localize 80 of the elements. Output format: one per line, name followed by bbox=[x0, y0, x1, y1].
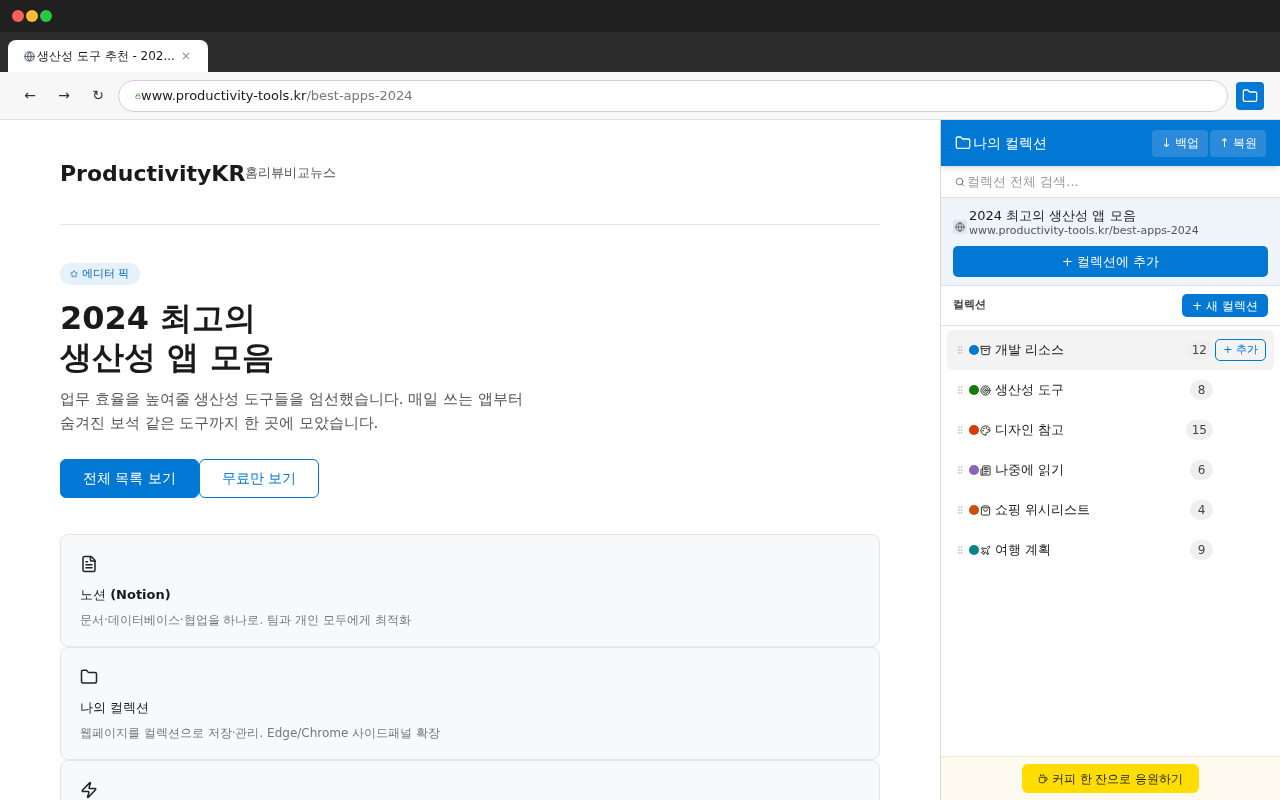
add-button[interactable]: + 추가 bbox=[1215, 339, 1266, 361]
item-count: 9 bbox=[1190, 540, 1213, 560]
current-page-title: 2024 최고의 생산성 앱 모음 bbox=[969, 208, 1137, 224]
card-description: 웹페이지를 컬렉션으로 저장·관리. Edge/Chrome 사이드패널 확장 bbox=[80, 724, 441, 742]
search-icon bbox=[955, 176, 965, 187]
free-only-button[interactable]: 무료만 보기 bbox=[198, 459, 320, 498]
tab-close-button[interactable]: × bbox=[180, 47, 191, 65]
card-description: 문서·데이터베이스·협업을 하나로. 팀과 개인 모두에게 최적화 bbox=[80, 611, 412, 629]
section-label: 컬렉션 bbox=[953, 297, 986, 314]
backup-button[interactable]: ↓ 백업 bbox=[1152, 129, 1209, 157]
current-page-url: www.productivity-tools.kr/best-apps-2024 bbox=[969, 224, 1199, 238]
coffee-icon bbox=[1037, 773, 1048, 784]
maximize-window-icon[interactable] bbox=[40, 10, 52, 22]
item-count: 12 bbox=[1185, 340, 1213, 360]
minimize-window-icon[interactable] bbox=[26, 10, 38, 22]
nav-link[interactable]: 리뷰 bbox=[258, 163, 285, 183]
tool-card[interactable]: 나의 컬렉션 웹페이지를 컬렉션으로 저장·관리. Edge/Chrome 사이드패널 확장 bbox=[60, 647, 880, 760]
folder-icon bbox=[80, 668, 98, 686]
intro-paragraph: 업무 효율을 높여줄 생산성 도구들을 엄선했습니다. 매일 쓰는 앱부터 숨겨진 보석 같은 도구까지 한 곳에 모았습니다. bbox=[60, 389, 524, 434]
item-count: 8 bbox=[1190, 380, 1213, 400]
target-icon bbox=[980, 384, 991, 396]
drag-handle-icon[interactable] bbox=[955, 425, 965, 435]
collection-item[interactable]: 여행 계획 9 bbox=[947, 530, 1274, 570]
collection-item[interactable]: 나중에 읽기 6 bbox=[947, 450, 1274, 490]
drag-handle-icon[interactable] bbox=[955, 345, 965, 355]
view-all-button[interactable]: 전체 목록 보기 bbox=[60, 459, 199, 498]
forward-button[interactable]: → bbox=[50, 85, 78, 106]
collection-name: 디자인 참고 bbox=[995, 421, 1066, 440]
star-icon bbox=[70, 270, 78, 278]
document-icon bbox=[80, 555, 98, 573]
card-title: 노션 (Notion) bbox=[80, 586, 172, 604]
folder-icon bbox=[1242, 87, 1258, 104]
drag-handle-icon[interactable] bbox=[955, 545, 965, 555]
collection-name: 나중에 읽기 bbox=[995, 461, 1066, 480]
collection-item[interactable]: 생산성 도구 8 bbox=[947, 370, 1274, 410]
address-bar[interactable]: www.productivity-tools.kr/best-apps-2024 bbox=[118, 79, 1228, 112]
shopping-bag-icon bbox=[980, 504, 991, 516]
collection-item[interactable]: 쇼핑 위시리스트 4 bbox=[947, 490, 1274, 530]
collection-item[interactable]: 디자인 참고 15 bbox=[947, 410, 1274, 450]
collection-name: 여행 계획 bbox=[995, 541, 1053, 560]
close-window-icon[interactable] bbox=[12, 10, 24, 22]
tool-card[interactable]: 노션 (Notion) 문서·데이터베이스·협업을 하나로. 팀과 개인 모두에게 최적화 bbox=[60, 534, 880, 647]
archive-icon bbox=[980, 344, 991, 356]
reload-button[interactable]: ↻ bbox=[84, 85, 112, 106]
nav-link[interactable]: 홈 bbox=[245, 163, 259, 183]
extension-button[interactable] bbox=[1236, 81, 1264, 110]
item-count: 4 bbox=[1190, 500, 1213, 520]
collection-name: 생산성 도구 bbox=[995, 381, 1066, 400]
plane-icon bbox=[980, 544, 991, 556]
site-logo[interactable]: ProductivityKR bbox=[60, 156, 246, 190]
nav-link[interactable]: 비교 bbox=[284, 163, 311, 183]
support-button[interactable]: 커피 한 잔으로 응원하기 bbox=[1021, 764, 1200, 793]
item-count: 15 bbox=[1185, 420, 1213, 440]
folder-icon bbox=[955, 135, 971, 151]
search-field[interactable]: 컬렉션 전체 검색... bbox=[967, 171, 1266, 192]
collection-name: 쇼핑 위시리스트 bbox=[995, 501, 1092, 520]
tab-title: 생산성 도구 추천 - 202... bbox=[37, 48, 175, 65]
newspaper-icon bbox=[980, 464, 991, 476]
restore-button[interactable]: ↑ 복원 bbox=[1210, 129, 1266, 157]
editor-pick-badge: 에디터 픽 bbox=[60, 263, 140, 285]
browser-tab[interactable]: 생산성 도구 추천 - 202... × bbox=[8, 40, 208, 72]
lock-icon bbox=[135, 92, 141, 99]
add-to-collection-button[interactable]: + 컬렉션에 추가 bbox=[953, 246, 1268, 277]
url-text: www.productivity-tools.kr/best-apps-2024 bbox=[141, 86, 413, 105]
new-collection-button[interactable]: + 새 컬렉션 bbox=[1182, 294, 1268, 317]
drag-handle-icon[interactable] bbox=[955, 385, 965, 395]
card-title: 나의 컬렉션 bbox=[80, 699, 151, 717]
nav-link[interactable]: 뉴스 bbox=[310, 163, 337, 183]
collection-name: 개발 리소스 bbox=[995, 341, 1066, 360]
palette-icon bbox=[980, 424, 991, 436]
collection-item[interactable]: 개발 리소스 12 + 추가 bbox=[947, 330, 1274, 370]
drag-handle-icon[interactable] bbox=[955, 505, 965, 515]
drag-handle-icon[interactable] bbox=[955, 465, 965, 475]
page-heading: 2024 최고의 생산성 앱 모음 bbox=[60, 299, 276, 377]
lightning-icon bbox=[80, 781, 98, 799]
globe-icon bbox=[24, 50, 35, 62]
item-count: 6 bbox=[1190, 460, 1213, 480]
globe-icon bbox=[953, 220, 967, 234]
panel-title: 나의 컬렉션 bbox=[973, 133, 1049, 153]
back-button[interactable]: ← bbox=[16, 85, 44, 106]
